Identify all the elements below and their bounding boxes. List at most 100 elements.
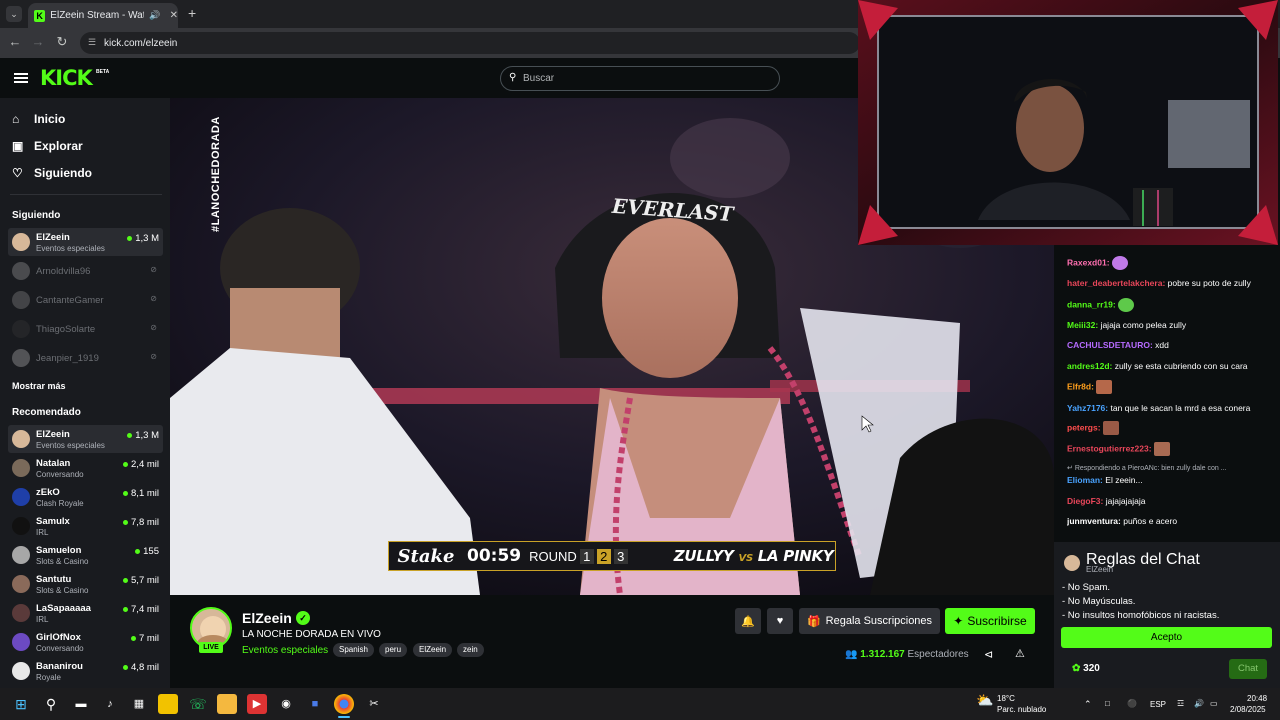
browser-tab[interactable]: K ElZeein Stream - Watch Live 🔊 ✕: [28, 3, 178, 28]
weather-icon[interactable]: ⛅: [976, 692, 993, 709]
chat-username[interactable]: andres12d:: [1067, 361, 1112, 371]
volume-icon[interactable]: 🔊: [1194, 699, 1204, 708]
tiktok-icon[interactable]: ♪: [100, 694, 120, 714]
gift-subs-button[interactable]: 🎁 Regala Suscripciones: [799, 608, 940, 634]
following-channel[interactable]: Jeanpier_1919 ⊘: [8, 344, 163, 372]
tab-list-chevron-icon[interactable]: ⌄: [6, 6, 22, 22]
chat-send-button[interactable]: Chat: [1229, 659, 1267, 679]
url-field[interactable]: ☰ kick.com/elzeein: [80, 32, 860, 54]
nav-inicio[interactable]: ⌂ Inicio: [12, 112, 65, 126]
game-app-icon[interactable]: ◉: [276, 694, 296, 714]
wifi-icon[interactable]: ☲: [1177, 699, 1184, 708]
nav-siguiendo[interactable]: ♡ Siguiendo: [12, 166, 92, 180]
language-indicator[interactable]: ESP: [1150, 700, 1166, 709]
tray-overflow-icon[interactable]: ⌃: [1084, 699, 1092, 710]
follow-button[interactable]: ♥: [767, 608, 793, 634]
windows-start-icon[interactable]: ⊞: [11, 694, 31, 714]
search-input[interactable]: ⚲ Buscar: [500, 66, 780, 91]
back-icon[interactable]: ←: [6, 34, 24, 49]
menu-icon[interactable]: [14, 73, 28, 83]
channel-name: GirlOfNox: [36, 632, 81, 643]
share-icon[interactable]: ⊲: [984, 648, 993, 661]
task-view-icon[interactable]: ▬: [71, 694, 91, 714]
avatar: [12, 349, 30, 367]
recommended-channel[interactable]: Samuelon Slots & Casino 155: [8, 541, 163, 569]
clock-time[interactable]: 20:48: [1247, 694, 1267, 703]
following-channel[interactable]: Arnoldvilla96 ⊘: [8, 257, 163, 285]
following-channel[interactable]: ElZeein Eventos especiales 1,3 M: [8, 228, 163, 256]
chat-username[interactable]: Raxexd01:: [1067, 257, 1110, 267]
close-tab-icon[interactable]: ✕: [170, 10, 178, 21]
recommended-channel[interactable]: Bananirou Royale 4,8 mil: [8, 657, 163, 687]
channel-name: Bananirou: [36, 661, 83, 672]
battery-icon[interactable]: ▭: [1210, 699, 1218, 708]
recommended-channel[interactable]: LaSapaaaaa IRL 7,4 mil: [8, 599, 163, 627]
weather-temp: 18°C: [997, 694, 1015, 703]
points-icon: ✿: [1072, 663, 1081, 674]
snipping-tool-icon[interactable]: ✂: [364, 694, 384, 714]
stream-tag[interactable]: zein: [457, 643, 484, 657]
chat-username[interactable]: Ernestogutierrez223:: [1067, 443, 1152, 453]
chat-username[interactable]: CACHULSDETAURO:: [1067, 340, 1153, 350]
reload-icon[interactable]: ↻: [53, 34, 71, 50]
recommended-channel[interactable]: ElZeein Eventos especiales 1,3 M: [8, 425, 163, 453]
channel-name[interactable]: ElZeein: [242, 610, 292, 626]
channel-name: ThiagoSolarte: [36, 324, 96, 335]
channel-name: Arnoldvilla96: [36, 266, 91, 277]
recommended-channel[interactable]: Natalan Conversando 2,4 mil: [8, 454, 163, 482]
sticky-notes-icon[interactable]: [158, 694, 178, 714]
stream-tag[interactable]: peru: [379, 643, 408, 657]
media-app-icon[interactable]: ▶: [247, 694, 267, 714]
chat-text: El zeein...: [1105, 475, 1143, 485]
recommended-channel[interactable]: Samulx IRL 7,8 mil: [8, 512, 163, 540]
stream-tag[interactable]: ElZeein: [413, 643, 453, 657]
chat-username[interactable]: junmventura:: [1067, 516, 1121, 526]
network-app-icon[interactable]: ■: [305, 694, 325, 714]
recommended-channel[interactable]: Santutu Slots & Casino 5,7 mil: [8, 570, 163, 598]
avatar: [12, 459, 30, 477]
search-icon[interactable]: ⚲: [41, 694, 61, 714]
chrome-icon[interactable]: [334, 694, 354, 714]
new-tab-icon[interactable]: +: [188, 5, 196, 21]
recommended-channel[interactable]: GirlOfNox Conversando 7 mil: [8, 628, 163, 656]
channel-name: Santutu: [36, 574, 72, 585]
whatsapp-icon[interactable]: ☏: [188, 694, 208, 714]
chat-text: zully se esta cubriendo con su cara: [1114, 361, 1248, 371]
nav-explorar[interactable]: ▣ Explorar: [12, 139, 83, 153]
report-icon[interactable]: ⚠: [1015, 647, 1025, 660]
notifications-button[interactable]: 🔔: [735, 608, 761, 634]
recommended-channel[interactable]: zEkO Clash Royale 8,1 mil: [8, 483, 163, 511]
viewer-count: 1,3 M: [127, 430, 159, 441]
site-info-icon[interactable]: ☰: [88, 37, 96, 48]
points-value: 320: [1083, 663, 1100, 674]
clock-date[interactable]: 2/08/2025: [1230, 705, 1266, 714]
chat-username[interactable]: Elfr8d:: [1067, 381, 1094, 391]
file-explorer-icon[interactable]: [217, 694, 237, 714]
speaker-icon[interactable]: 🔊: [149, 10, 160, 21]
channel-category: Conversando: [36, 644, 84, 653]
stream-tag[interactable]: Spanish: [333, 643, 374, 657]
chat-username[interactable]: danna_rr19:: [1067, 299, 1116, 309]
forward-icon[interactable]: →: [29, 34, 47, 49]
accept-rules-button[interactable]: Acepto: [1061, 627, 1272, 648]
following-channel[interactable]: CantanteGamer ⊘: [8, 286, 163, 314]
stream-category[interactable]: Eventos especiales: [242, 645, 328, 656]
kick-logo[interactable]: KICK: [40, 66, 93, 90]
subscribe-button[interactable]: ✦ Suscribirse: [945, 608, 1035, 634]
event-hashtag: #LANOCHEDORADA: [210, 116, 222, 232]
channel-points[interactable]: ✿ 320: [1072, 663, 1100, 674]
chat-username[interactable]: Yahz7176:: [1067, 403, 1108, 413]
store-icon[interactable]: ▦: [129, 694, 149, 714]
chat-username[interactable]: petergs:: [1067, 422, 1101, 432]
show-more-link[interactable]: Mostrar más: [12, 381, 66, 391]
viewer-count-text: 7,8 mil: [131, 517, 159, 528]
offline-icon: ⊘: [150, 265, 157, 274]
avatar: [12, 575, 30, 593]
chat-username[interactable]: DiegoF3:: [1067, 496, 1103, 506]
live-dot: [123, 664, 129, 670]
chat-username[interactable]: Elioman:: [1067, 475, 1103, 485]
chat-username[interactable]: Meiii32:: [1067, 320, 1098, 330]
emote-icon: [1111, 256, 1128, 270]
following-channel[interactable]: ThiagoSolarte ⊘: [8, 315, 163, 343]
chat-username[interactable]: hater_deabertelakchera:: [1067, 278, 1165, 288]
